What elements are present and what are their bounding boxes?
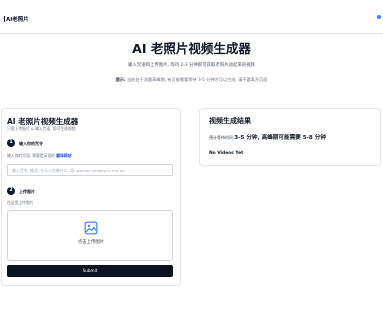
prompt-input[interactable]: [7, 164, 173, 176]
wait-prefix: 预计等待时间: [209, 135, 233, 140]
wait-value: 3-5 分钟, 高峰期可能需要 5-8 分钟: [234, 135, 326, 141]
step-2-badge: 2: [7, 187, 15, 195]
step-2-label: 上传图片: [19, 189, 35, 194]
step-1-hint-text: 输入你的咒语, 需要是英语的: [7, 153, 55, 158]
step-1-label: 输入你的咒令: [19, 141, 43, 146]
tip-label: 提示:: [115, 77, 126, 82]
top-navigation-bar: AI老照片: [0, 0, 383, 34]
submit-button[interactable]: Submit: [7, 265, 173, 277]
step-2-hint: 在这里上传图片: [7, 200, 34, 205]
site-logo[interactable]: AI老照片: [4, 15, 29, 23]
page-subtitle: 输入咒语和上传图片, 等待 2-3 分钟即可获取老照片动起来的视频: [128, 63, 255, 68]
page-title: AI 老照片视频生成器: [132, 41, 251, 56]
upload-text: 点击上传图片: [77, 240, 105, 245]
form-description: 只需上传图片 & 输入咒语, 即可生成视频: [7, 126, 76, 131]
traffic-tip: 提示: 当前处于流量高峰期, 有可能需要等待 3-5 分钟才可以生成, 请不要离…: [0, 77, 383, 83]
generator-form-card: AI 老照片视频生成器 只需上传图片 & 输入咒语, 即可生成视频 1 输入你的…: [1, 108, 181, 286]
empty-state-text: No Videos Yet: [209, 151, 244, 156]
estimated-wait: 预计等待时间 3-5 分钟, 高峰期可能需要 5-8 分钟: [209, 133, 326, 141]
step-1-badge: 1: [7, 139, 15, 147]
tip-text: 当前处于流量高峰期, 有可能需要等待 3-5 分钟才可以生成, 请不要离开页面: [126, 77, 268, 82]
translate-site-link[interactable]: 翻译网站: [56, 153, 71, 158]
logo-bar-icon: [4, 16, 5, 22]
step-1-hint: 输入你的咒语, 需要是英语的 翻译网站: [7, 153, 71, 159]
menu-dot-icon[interactable]: [377, 15, 381, 19]
site-logo-text: AI老照片: [6, 17, 29, 23]
image-icon: [84, 221, 98, 235]
result-title: 视频生成结果: [209, 117, 251, 125]
result-card: 视频生成结果 预计等待时间 3-5 分钟, 高峰期可能需要 5-8 分钟 No …: [199, 108, 381, 166]
image-upload-dropzone[interactable]: 点击上传图片: [7, 210, 173, 261]
